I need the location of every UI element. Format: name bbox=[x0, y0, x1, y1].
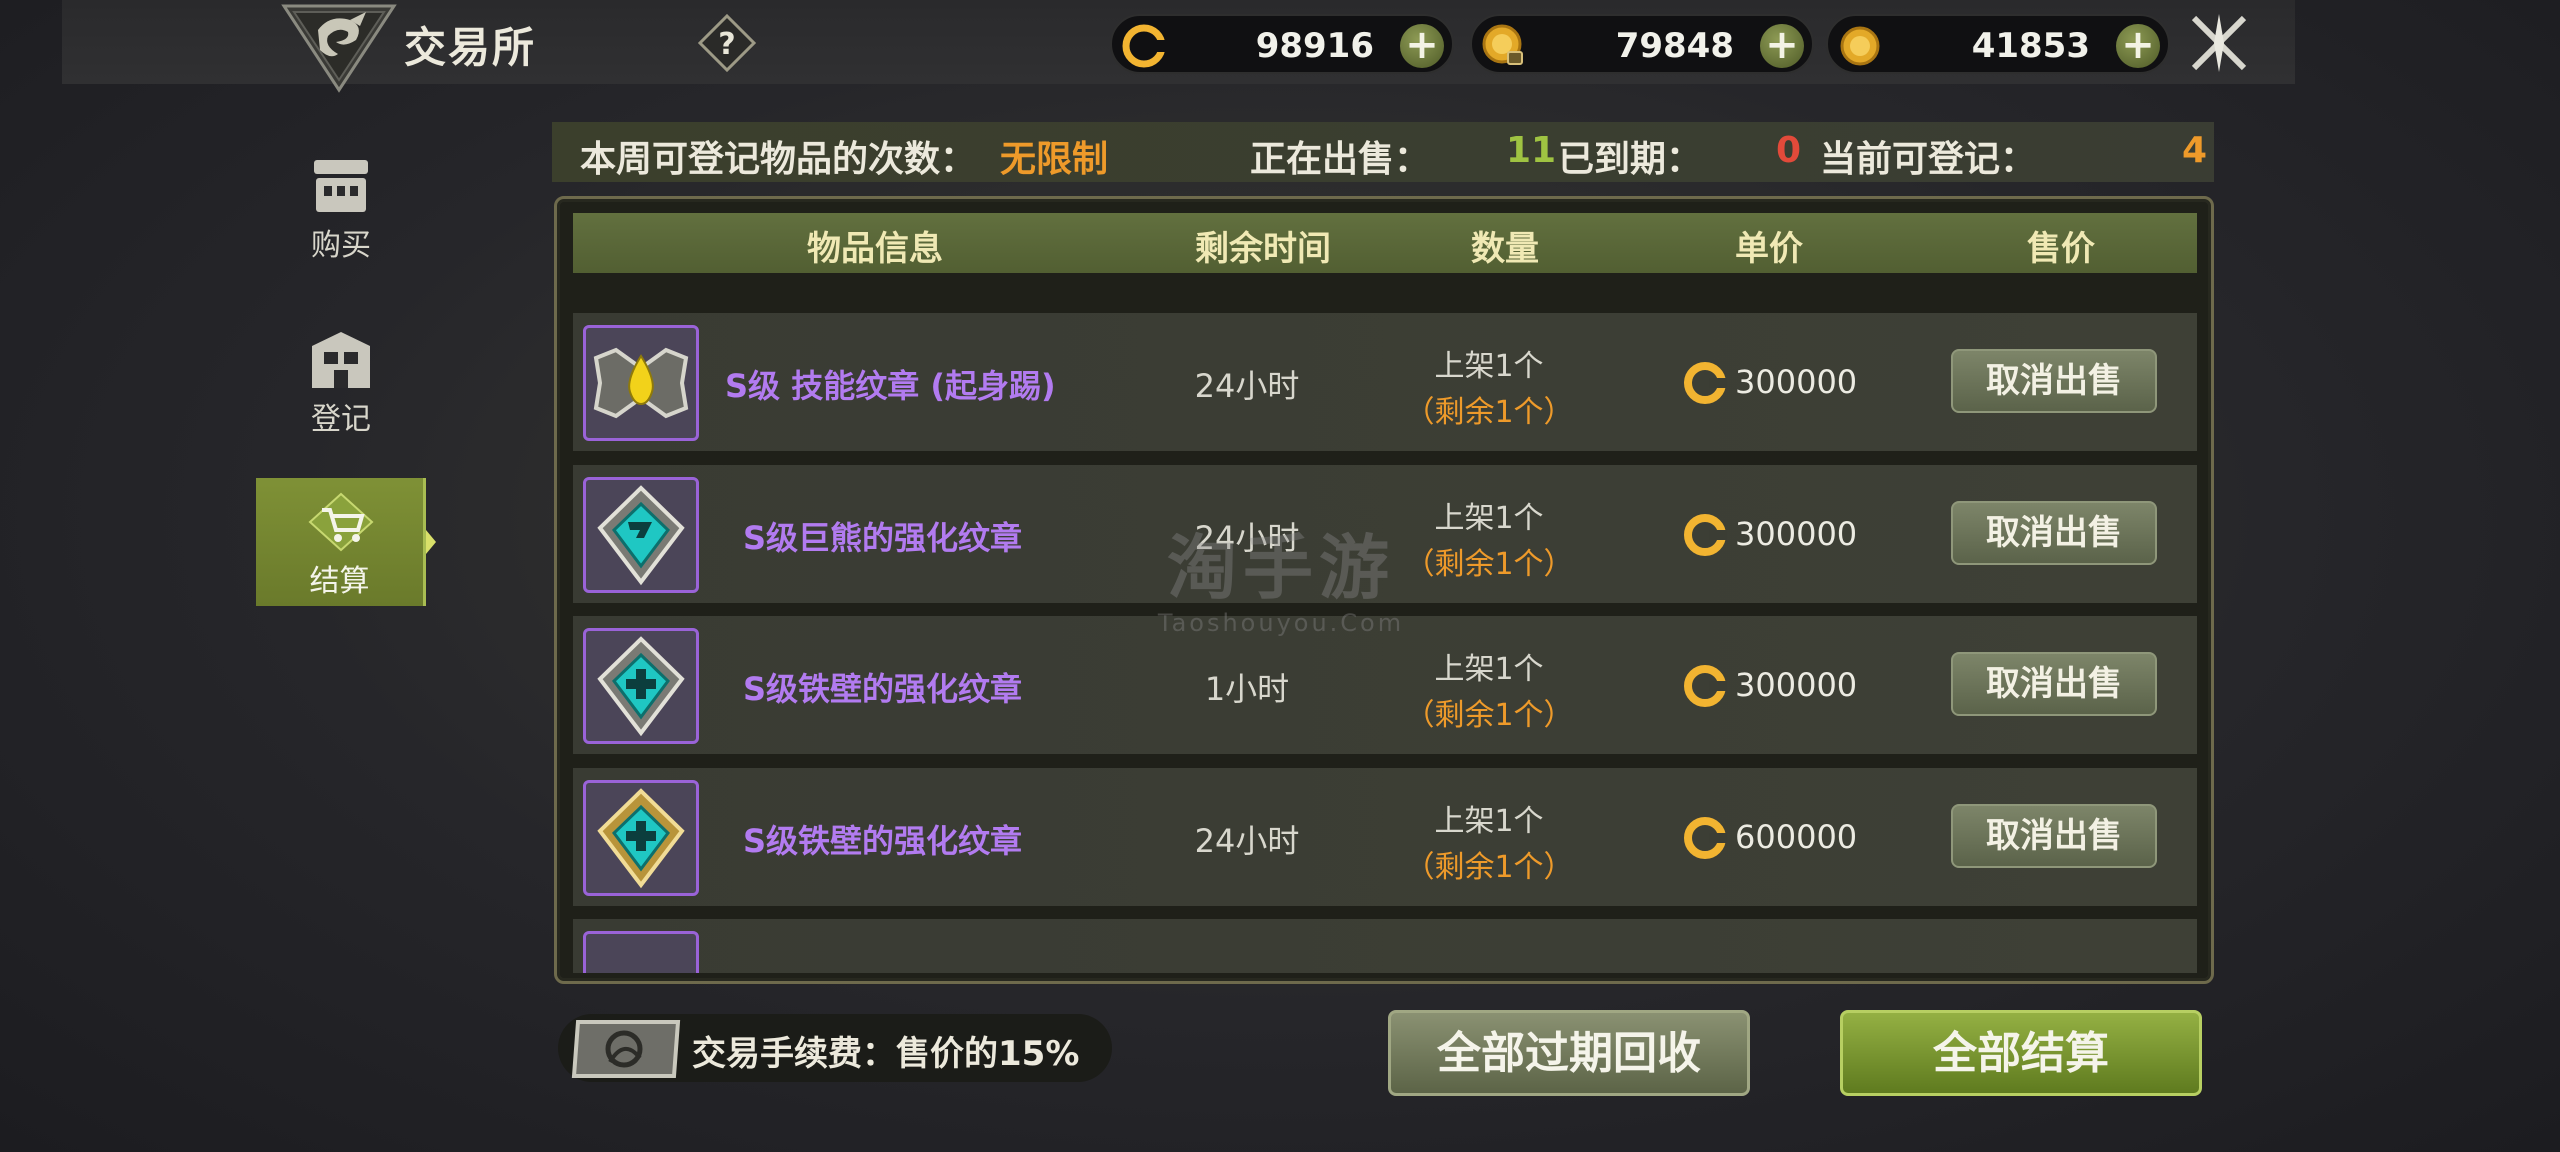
listings-list[interactable]: S级 技能纹章 (起身踢) 24小时 上架1个 （剩余1个） 300000 取消… bbox=[573, 313, 2197, 973]
remaining-time: 1小时 bbox=[1204, 670, 1290, 708]
fee-label: 交易手续费：售价的15% bbox=[692, 1034, 1080, 1074]
item-slot[interactable] bbox=[583, 931, 699, 973]
remaining-time: 24小时 bbox=[1194, 822, 1300, 860]
weekly-limit-label: 本周可登记物品的次数： bbox=[580, 139, 977, 180]
registrable-value: 4 bbox=[2182, 130, 2208, 171]
shop-icon bbox=[314, 160, 368, 212]
c-coin-icon bbox=[1684, 817, 1727, 859]
table-row: S级铁壁的强化纹章 24小时 上架1个 （剩余1个） 600000 取消出售 bbox=[573, 768, 2197, 906]
watermark-text: 淘手游 bbox=[1167, 527, 1395, 609]
remaining-quantity: （剩余1个） bbox=[1404, 698, 1574, 733]
currency-c-coin: 98916 + bbox=[1110, 14, 1454, 74]
column-header-sale-price: 售价 bbox=[2027, 229, 2095, 269]
currency-value: 41853 bbox=[1971, 26, 2090, 66]
item-slot[interactable] bbox=[583, 325, 699, 441]
item-slot[interactable] bbox=[583, 628, 699, 744]
on-sale-value: 11 bbox=[1506, 130, 1557, 171]
svg-text:?: ? bbox=[718, 27, 735, 62]
column-header-unit-price: 单价 bbox=[1735, 229, 1803, 269]
fee-info: 交易手续费：售价的15% bbox=[558, 1014, 1112, 1082]
cancel-sale-button[interactable]: 取消出售 bbox=[1951, 804, 2157, 868]
c-coin-icon bbox=[1122, 24, 1166, 68]
dragon-emblem-icon bbox=[281, 4, 397, 93]
c-coin-icon bbox=[1684, 665, 1727, 707]
remaining-quantity: （剩余1个） bbox=[1404, 395, 1574, 430]
remaining-time: 24小时 bbox=[1194, 367, 1300, 405]
listed-quantity: 上架1个 bbox=[1434, 804, 1544, 839]
listed-quantity: 上架1个 bbox=[1434, 349, 1544, 384]
sidebar-item-settle[interactable]: 结算 bbox=[256, 478, 426, 606]
expired-value: 0 bbox=[1776, 130, 1802, 171]
sidebar-item-label: 结算 bbox=[309, 564, 370, 599]
item-name: S级 技能纹章 (起身踢) bbox=[725, 367, 1056, 405]
currency-gold-coin: 41853 + bbox=[1826, 14, 2170, 74]
cart-icon bbox=[308, 492, 374, 552]
listed-quantity: 上架1个 bbox=[1434, 652, 1544, 687]
currency-bonded-coin: 79848 + bbox=[1470, 14, 1814, 74]
cancel-sale-button[interactable]: 取消出售 bbox=[1951, 501, 2157, 565]
unit-price: 300000 bbox=[1735, 515, 1858, 553]
unit-price: 600000 bbox=[1735, 818, 1858, 856]
table-row-partial bbox=[573, 919, 2197, 973]
remaining-quantity: （剩余1个） bbox=[1404, 850, 1574, 885]
column-header-item: 物品信息 bbox=[807, 229, 943, 269]
column-header-time: 剩余时间 bbox=[1195, 229, 1331, 269]
registrable-label: 当前可登记： bbox=[1820, 139, 2037, 180]
sidebar-item-label: 登记 bbox=[311, 402, 371, 437]
add-currency-button[interactable]: + bbox=[2116, 24, 2160, 68]
add-currency-button[interactable]: + bbox=[1400, 24, 1444, 68]
iron-wall-emblem-icon bbox=[597, 636, 685, 737]
sidebar-item-buy[interactable]: 购买 bbox=[256, 142, 426, 270]
c-coin-icon bbox=[1684, 514, 1727, 556]
c-coin-icon bbox=[1684, 362, 1727, 404]
yellow-drop-emblem-icon bbox=[593, 347, 689, 419]
item-name: S级巨熊的强化纹章 bbox=[743, 519, 1023, 557]
watermark-subtext: Taoshouyou.Com bbox=[1157, 609, 1405, 637]
recycle-all-expired-button[interactable]: 全部过期回收 bbox=[1388, 1010, 1750, 1096]
register-icon bbox=[312, 332, 370, 388]
stamp-icon bbox=[571, 1020, 681, 1078]
watermark: 淘手游 Taoshouyou.Com bbox=[1146, 512, 1416, 637]
bear-emblem-icon bbox=[597, 485, 685, 586]
cancel-sale-button[interactable]: 取消出售 bbox=[1951, 652, 2157, 716]
gold-coin-icon bbox=[1840, 26, 1880, 66]
item-slot[interactable] bbox=[583, 780, 699, 896]
page-title: 交易所 bbox=[404, 23, 537, 72]
listed-quantity: 上架1个 bbox=[1434, 501, 1544, 536]
item-slot[interactable] bbox=[583, 477, 699, 593]
table-header: 物品信息 剩余时间 数量 单价 售价 bbox=[573, 213, 2197, 273]
currency-value: 79848 bbox=[1615, 26, 1734, 66]
unit-price: 300000 bbox=[1735, 666, 1858, 704]
add-currency-button[interactable]: + bbox=[1760, 24, 1804, 68]
cancel-sale-button[interactable]: 取消出售 bbox=[1951, 349, 2157, 413]
listing-summary: 本周可登记物品的次数： 无限制 正在出售： 11 已到期： 0 当前可登记： 4 bbox=[552, 122, 2214, 182]
column-header-qty: 数量 bbox=[1471, 229, 1539, 269]
sidebar-item-label: 购买 bbox=[311, 228, 371, 263]
table-row: S级 技能纹章 (起身踢) 24小时 上架1个 （剩余1个） 300000 取消… bbox=[573, 313, 2197, 451]
item-name: S级铁壁的强化纹章 bbox=[743, 822, 1023, 860]
crossed-swords-close-icon[interactable] bbox=[2186, 10, 2252, 76]
remaining-quantity: （剩余1个） bbox=[1404, 547, 1574, 582]
question-icon[interactable]: ? bbox=[698, 14, 756, 72]
sidebar-item-register[interactable]: 登记 bbox=[256, 316, 426, 444]
bonded-coin-icon bbox=[1482, 24, 1523, 65]
active-indicator bbox=[426, 530, 436, 554]
iron-wall-gold-emblem-icon bbox=[597, 788, 685, 889]
expired-label: 已到期： bbox=[1558, 139, 1703, 180]
on-sale-label: 正在出售： bbox=[1250, 139, 1431, 180]
item-name: S级铁壁的强化纹章 bbox=[743, 670, 1023, 708]
currency-value: 98916 bbox=[1255, 26, 1374, 66]
unit-price: 300000 bbox=[1735, 363, 1858, 401]
weekly-limit-value: 无限制 bbox=[1000, 139, 1109, 180]
settle-all-button[interactable]: 全部结算 bbox=[1840, 1010, 2202, 1096]
